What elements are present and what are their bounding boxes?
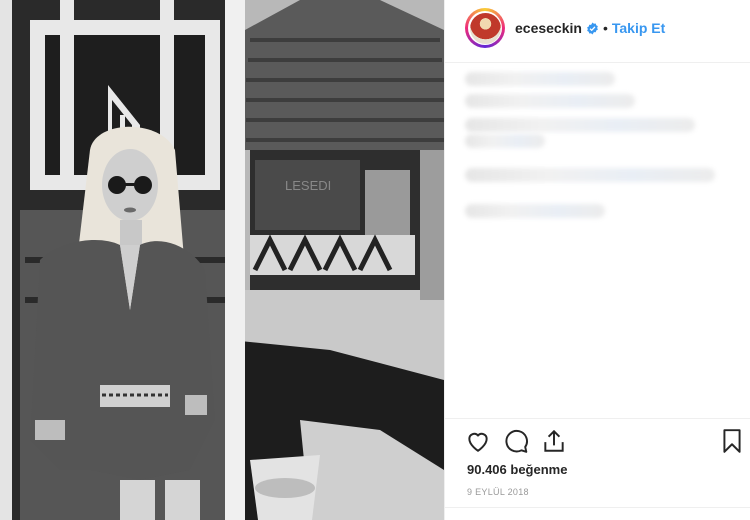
speech-bubble-icon[interactable] [503, 428, 531, 456]
post-side-panel: eceseckin • Takip Et 90.406 beğenme 9 EY… [444, 0, 750, 520]
username-link[interactable]: eceseckin [515, 20, 582, 36]
post-actions [465, 428, 741, 458]
actions-divider [445, 418, 750, 419]
follow-button[interactable]: Takip Et [612, 20, 665, 36]
post-photo[interactable]: LESEDI [0, 0, 444, 520]
verified-badge-icon [586, 22, 599, 35]
hut-sign-text: LESEDI [285, 178, 331, 193]
header-separator: • [602, 20, 608, 36]
share-icon[interactable] [541, 428, 569, 456]
heart-icon[interactable] [465, 428, 493, 456]
photo-scene: LESEDI [0, 0, 444, 520]
bookmark-icon[interactable] [719, 428, 747, 456]
post-header: eceseckin • Takip Et [465, 6, 745, 50]
likes-count[interactable]: 90.406 beğenme [467, 462, 567, 477]
avatar-image [469, 12, 501, 44]
comment-divider [445, 507, 750, 508]
avatar[interactable] [465, 8, 505, 48]
post-date[interactable]: 9 EYLÜL 2018 [467, 487, 529, 497]
header-divider [445, 62, 750, 63]
